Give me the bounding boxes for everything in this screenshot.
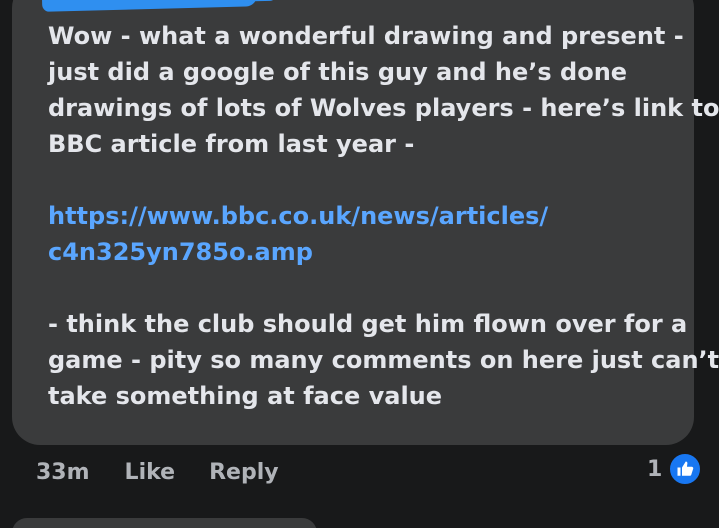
thumbs-up-icon	[668, 452, 703, 486]
comment-line: - think the club should get him flown ov…	[48, 310, 688, 338]
paragraph-break	[48, 162, 688, 198]
paragraph-break	[48, 270, 688, 306]
comment-thread: Wow - what a wonderful drawing and prese…	[0, 0, 719, 528]
reaction-count: 1	[647, 456, 663, 482]
comment-line: game - pity so many comments on here jus…	[48, 346, 719, 374]
bbc-article-link-continued[interactable]: c4n325yn785o.amp	[48, 234, 688, 270]
reply-button[interactable]: Reply	[209, 460, 279, 485]
comment-line: take something at face value	[48, 382, 443, 410]
comment-line: just did a google of this guy and he’s d…	[48, 58, 628, 86]
comment-line: BBC article from last year -	[48, 130, 415, 158]
like-button[interactable]: Like	[125, 460, 176, 485]
comment-body: Wow - what a wonderful drawing and prese…	[48, 18, 719, 414]
next-comment-bubble	[12, 518, 317, 528]
author-name-redacted[interactable]	[41, 0, 258, 12]
bbc-article-link[interactable]: https://www.bbc.co.uk/news/articles/	[48, 198, 688, 234]
comment-actions: 33m Like Reply	[36, 455, 313, 489]
comment-bubble: Wow - what a wonderful drawing and prese…	[12, 0, 719, 445]
comment-line: Wow - what a wonderful drawing and prese…	[48, 22, 684, 50]
comment-line: drawings of lots of Wolves players - her…	[48, 94, 719, 122]
reaction-summary[interactable]: 1	[647, 452, 703, 486]
comment-timestamp[interactable]: 33m	[36, 460, 90, 485]
